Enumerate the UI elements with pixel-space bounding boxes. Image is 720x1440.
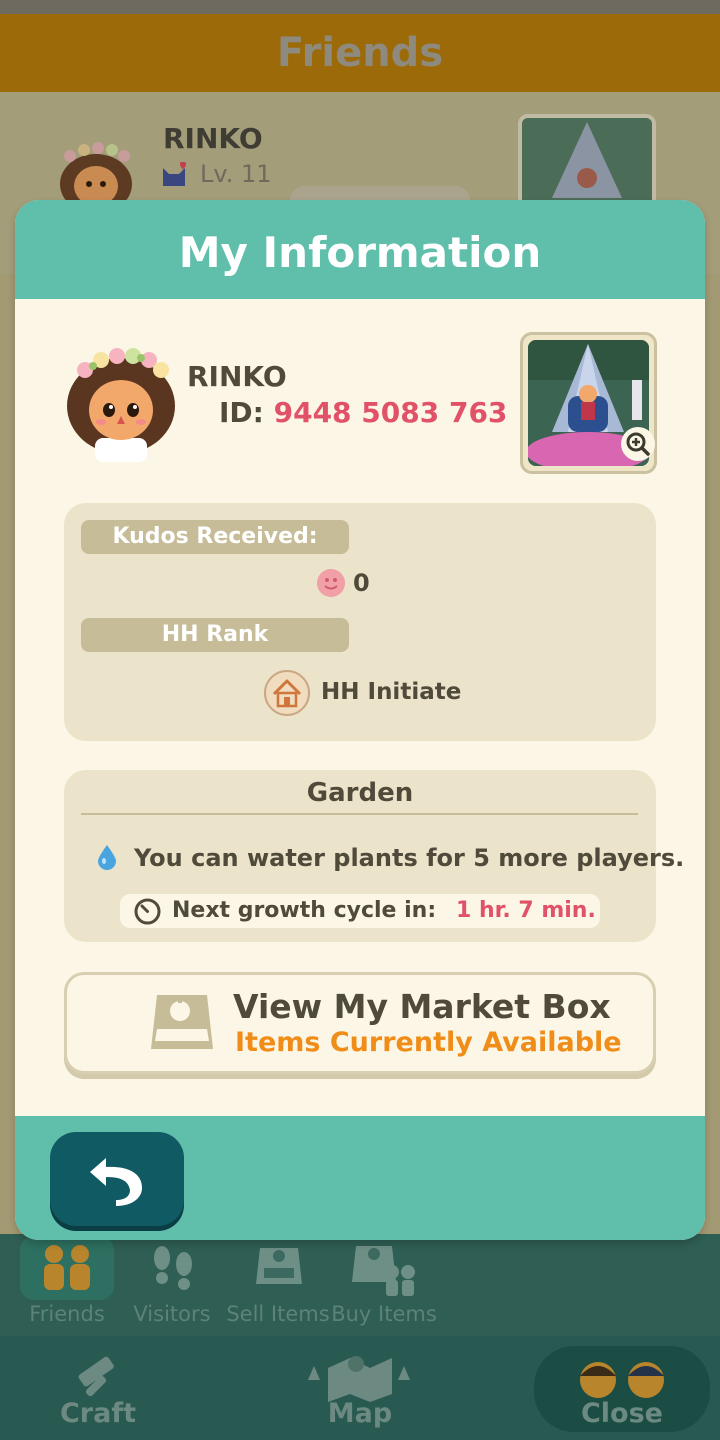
back-arrow-icon xyxy=(90,1158,142,1206)
friends-icon xyxy=(44,1245,90,1290)
player-avatar-icon xyxy=(67,348,175,462)
craft-hammer-icon xyxy=(78,1356,114,1397)
kudos-smile-icon xyxy=(317,569,345,597)
player-id: ID: 9448 5083 763 xyxy=(219,396,507,429)
friend-campsite-thumbnail xyxy=(518,114,656,214)
cat-face-icon xyxy=(163,162,186,186)
my-information-dialog: My Information RINKO ID: 9448 5083 763 K… xyxy=(15,200,705,1240)
dialog-title: My Information xyxy=(178,228,542,277)
campsite-thumbnail[interactable] xyxy=(520,332,657,474)
footprints-icon xyxy=(154,1246,192,1290)
status-bar xyxy=(0,0,720,14)
market-box-icon xyxy=(151,995,213,1049)
nav-close-label: Close xyxy=(580,1398,663,1429)
zoom-icon[interactable] xyxy=(621,427,655,461)
growth-cycle-bar: Next growth cycle in: 1 hr. 7 min. xyxy=(120,894,600,928)
growth-cycle-label: Next growth cycle in: xyxy=(172,898,437,923)
villagers-icon xyxy=(580,1362,664,1398)
tab-visitors: Visitors xyxy=(133,1302,211,1326)
player-id-value: 9448 5083 763 xyxy=(273,396,508,429)
market-box-icon xyxy=(256,1248,302,1284)
tab-sell-items: Sell Items xyxy=(226,1302,330,1326)
map-icon xyxy=(308,1356,410,1402)
market-box-subtitle: Items Currently Available xyxy=(235,1027,622,1058)
hh-rank-label: HH Rank xyxy=(81,618,349,652)
player-name: RINKO xyxy=(187,360,287,393)
hh-rank-value: HH Initiate xyxy=(321,679,462,705)
stats-panel: Kudos Received: 0 HH Rank HH Initiate xyxy=(64,503,656,741)
nav-craft: Craft xyxy=(59,1398,136,1429)
tab-buy-items: Buy Items xyxy=(331,1302,437,1326)
back-button[interactable] xyxy=(50,1132,184,1226)
player-id-label: ID: xyxy=(219,396,264,429)
kudos-value: 0 xyxy=(353,569,370,597)
garden-divider xyxy=(81,813,638,815)
buy-items-icon xyxy=(352,1246,415,1296)
view-market-box-button[interactable]: View My Market Box Items Currently Avail… xyxy=(64,972,656,1074)
friends-header-title: Friends xyxy=(276,30,444,76)
garden-title: Garden xyxy=(306,778,414,808)
friend-level: Lv. 11 xyxy=(200,160,272,188)
growth-cycle-value: 1 hr. 7 min. xyxy=(456,898,596,923)
clock-icon xyxy=(134,898,161,925)
water-plants-text: You can water plants for 5 more players. xyxy=(134,844,685,872)
nav-map: Map xyxy=(327,1398,393,1429)
tab-friends: Friends xyxy=(29,1302,105,1326)
kudos-label: Kudos Received: xyxy=(81,520,349,554)
market-box-title: View My Market Box xyxy=(233,987,611,1026)
garden-panel: Garden You can water plants for 5 more p… xyxy=(64,770,684,942)
hh-rank-badge-icon xyxy=(264,670,310,716)
water-drop-icon xyxy=(98,845,116,870)
friend-name: RINKO xyxy=(163,122,263,155)
